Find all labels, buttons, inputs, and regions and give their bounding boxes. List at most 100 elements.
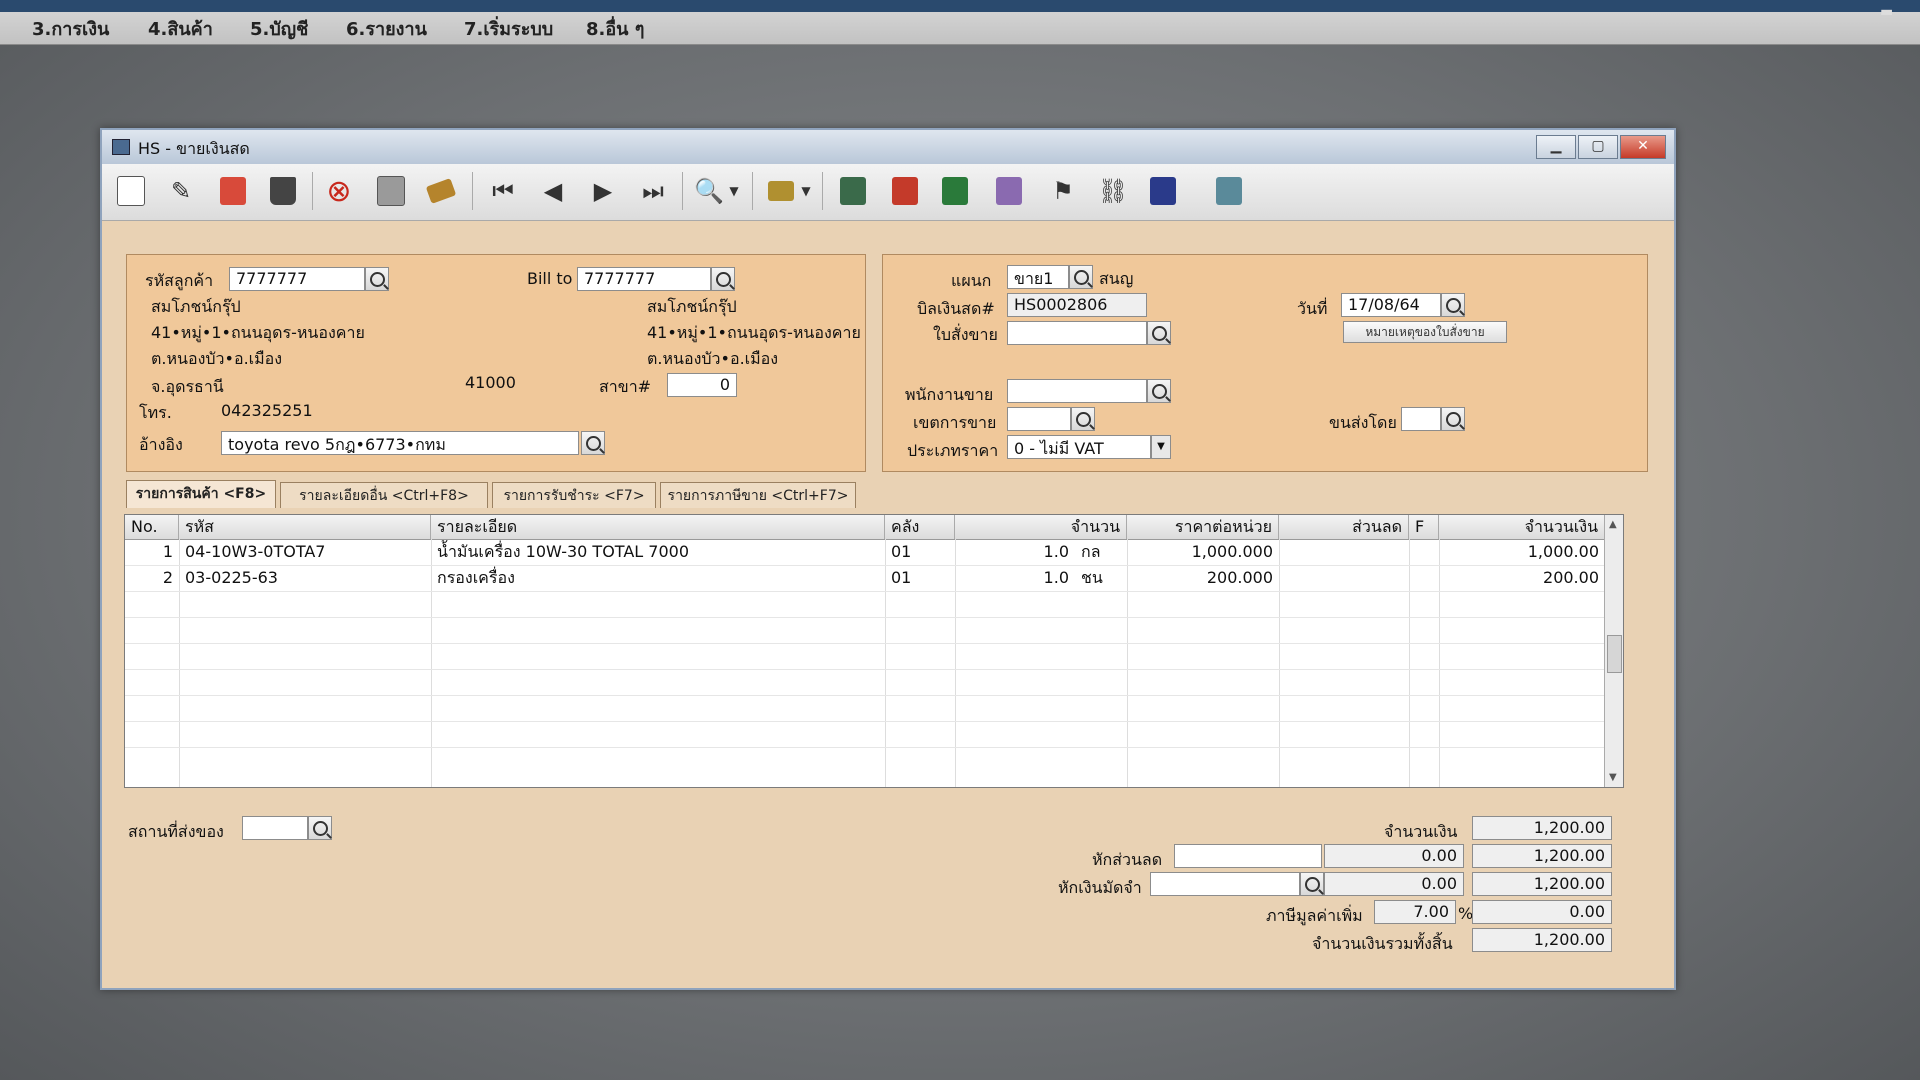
menu-reports[interactable]: 6.รายงาน — [346, 14, 427, 43]
chevron-down-icon[interactable]: ▼ — [726, 174, 742, 208]
cancel-icon[interactable]: ⊗ — [322, 174, 356, 209]
last-record-icon[interactable]: ⏭ — [636, 174, 670, 208]
vat-percent-sign: % — [1458, 904, 1474, 923]
deposit-label: หักเงินมัดจำ — [1058, 878, 1142, 897]
reference-search-button[interactable] — [581, 431, 605, 455]
delivery-search-button[interactable] — [308, 816, 332, 840]
first-record-icon[interactable]: ⏮ — [486, 174, 520, 208]
after-deposit-value: 1,200.00 — [1472, 872, 1612, 896]
menu-products[interactable]: 4.สินค้า — [148, 14, 213, 43]
previous-record-icon[interactable]: ◀ — [536, 174, 570, 208]
reference-label: อ้างอิง — [139, 435, 183, 454]
cash-bill-label: บิลเงินสด# — [917, 299, 995, 318]
search-icon — [1445, 297, 1461, 313]
menu-others[interactable]: 8.อื่น ๆ — [586, 14, 644, 43]
calculator-icon[interactable] — [938, 174, 972, 208]
chevron-down-icon[interactable]: ▼ — [798, 174, 814, 208]
salesman-label: พนักงานขาย — [905, 385, 994, 404]
menu-setup[interactable]: 7.เริ่มระบบ — [464, 14, 553, 43]
menu-accounts[interactable]: 5.บัญชี — [250, 14, 308, 43]
deposit-text-input[interactable] — [1150, 872, 1300, 896]
link-icon[interactable]: ⛓ — [1096, 174, 1130, 208]
row-warehouse: 01 — [891, 542, 912, 561]
scroll-up-icon[interactable]: ▲ — [1609, 519, 1617, 530]
shipping-input[interactable] — [1401, 407, 1441, 431]
edit-icon[interactable]: ✎ — [164, 174, 198, 208]
department-search-button[interactable] — [1069, 265, 1093, 289]
reference-input[interactable]: toyota revo 5กฎ•6773•กทม — [221, 431, 579, 455]
customer-zip: 41000 — [465, 373, 516, 392]
branch-input[interactable]: 0 — [667, 373, 737, 397]
col-unit-price: ราคาต่อหน่วย — [1127, 515, 1279, 539]
grid-line — [125, 669, 1605, 670]
scroll-down-icon[interactable]: ▼ — [1609, 772, 1617, 783]
printer-icon[interactable] — [764, 174, 798, 208]
shipping-search-button[interactable] — [1441, 407, 1465, 431]
main-menubar: 3.การเงิน 4.สินค้า 5.บัญชี 6.รายงาน 7.เร… — [0, 0, 1920, 45]
cash-icon[interactable] — [424, 174, 458, 208]
report-icon[interactable] — [836, 174, 870, 208]
maximize-button[interactable]: ▢ — [1578, 135, 1618, 159]
ledger-icon[interactable] — [888, 174, 922, 208]
billto-address-1: 41•หมู่•1•ถนนอุดร-หนองคาย — [647, 323, 861, 342]
next-record-icon[interactable]: ▶ — [586, 174, 620, 208]
row-no: 2 — [162, 568, 173, 587]
row-discount — [1279, 565, 1409, 591]
approve-stamp-icon[interactable]: ⚑ — [1046, 174, 1080, 208]
menu-finance[interactable]: 3.การเงิน — [32, 14, 109, 43]
sales-area-label: เขตการขาย — [913, 413, 997, 432]
billto-code-input[interactable]: 7777777 — [577, 267, 711, 291]
chevron-down-icon[interactable]: ▼ — [1151, 435, 1171, 459]
col-code: รหัส — [179, 515, 431, 539]
return-icon[interactable] — [992, 174, 1026, 208]
table-row[interactable]: 2 03-0225-63 กรองเครื่อง 01 1.0 ชน 200.0… — [125, 565, 1605, 591]
new-document-icon[interactable] — [114, 174, 148, 208]
price-type-select[interactable]: 0 - ไม่มี VAT — [1007, 435, 1151, 459]
table-row[interactable]: 1 04-10W3-0TOTA7 น้ำมันเครื่อง 10W-30 TO… — [125, 539, 1605, 565]
tab-other-details[interactable]: รายละเอียดอื่น <Ctrl+F8> — [280, 482, 488, 508]
salesman-search-button[interactable] — [1147, 379, 1171, 403]
delete-bin-icon[interactable] — [266, 174, 300, 208]
sales-area-search-button[interactable] — [1071, 407, 1095, 431]
discount-text-input[interactable] — [1174, 844, 1322, 868]
col-description: รายละเอียด — [431, 515, 885, 539]
department-input[interactable]: ขาย1 — [1007, 265, 1069, 289]
sales-order-search-button[interactable] — [1147, 321, 1171, 345]
billto-name: สมโภชน์กรุ๊ป — [647, 297, 737, 316]
search-document-icon[interactable]: 🔍 — [692, 174, 726, 208]
row-amount: 1,000.00 — [1527, 542, 1599, 561]
date-picker-button[interactable] — [1441, 293, 1465, 317]
sales-order-note-button[interactable]: หมายเหตุของใบสั่งขาย — [1343, 321, 1507, 343]
toolbar-separator — [822, 172, 823, 210]
tab-items[interactable]: รายการสินค้า <F8> — [126, 480, 276, 508]
minimize-button[interactable]: ▁ — [1536, 135, 1576, 159]
ok-icon[interactable] — [1146, 174, 1180, 208]
customer-tel: 042325251 — [221, 401, 313, 420]
shipping-label: ขนส่งโดย — [1329, 413, 1397, 432]
tab-payments[interactable]: รายการรับชำระ <F7> — [492, 482, 656, 508]
after-discount-value: 1,200.00 — [1472, 844, 1612, 868]
cash-bill-number: HS0002806 — [1007, 293, 1147, 317]
sales-area-input[interactable] — [1007, 407, 1071, 431]
customer-search-button[interactable] — [365, 267, 389, 291]
grid-line — [125, 721, 1605, 722]
deposit-search-button[interactable] — [1300, 872, 1324, 896]
billto-search-button[interactable] — [711, 267, 735, 291]
date-input[interactable]: 17/08/64 — [1341, 293, 1441, 317]
save-icon[interactable] — [374, 174, 408, 208]
void-icon[interactable] — [216, 174, 250, 208]
delivery-place-input[interactable] — [242, 816, 308, 840]
sales-order-input[interactable] — [1007, 321, 1147, 345]
search-icon — [585, 435, 601, 451]
grid-line — [125, 617, 1605, 618]
salesman-input[interactable] — [1007, 379, 1147, 403]
close-button[interactable]: ✕ — [1620, 135, 1666, 159]
row-discount — [1279, 539, 1409, 565]
minimize-icon[interactable]: ▬ — [1880, 4, 1902, 20]
grid-line — [125, 747, 1605, 748]
grid-scrollbar[interactable]: ▲ ▼ — [1604, 515, 1623, 787]
customer-code-input[interactable]: 7777777 — [229, 267, 365, 291]
transfer-icon[interactable] — [1212, 174, 1246, 208]
scroll-thumb[interactable] — [1607, 635, 1622, 673]
tab-sales-tax[interactable]: รายการภาษีขาย <Ctrl+F7> — [660, 482, 856, 508]
